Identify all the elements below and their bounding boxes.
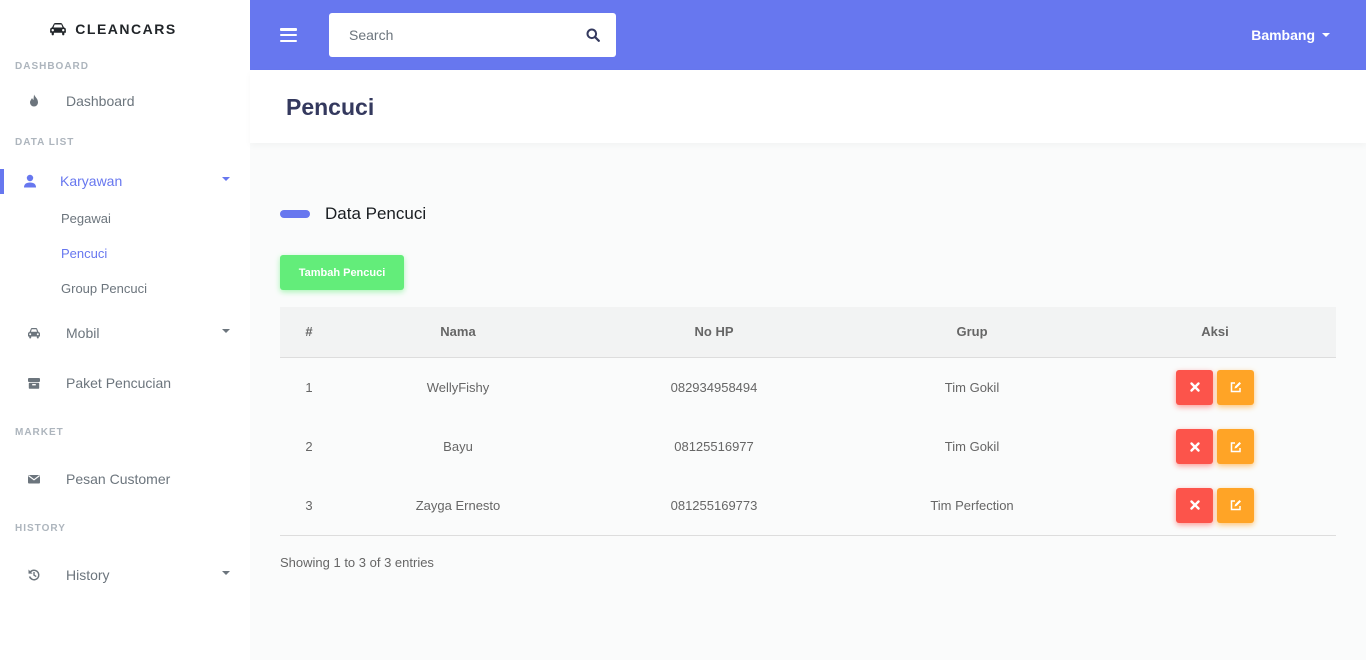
- brand-logo[interactable]: CLEANCARS: [0, 0, 250, 58]
- hamburger-menu-icon[interactable]: [280, 28, 297, 42]
- edit-button[interactable]: [1217, 487, 1254, 523]
- edit-icon: [1230, 441, 1241, 452]
- cell-aksi: [1094, 357, 1336, 417]
- section-title: Data Pencuci: [280, 204, 426, 224]
- cell-grup: Tim Gokil: [944, 439, 1000, 454]
- sidebar-subitem-group-pencuci[interactable]: Group Pencuci: [0, 271, 250, 306]
- section-data-list: DATA LIST: [15, 137, 75, 148]
- user-name: Bambang: [1251, 27, 1315, 43]
- cell-num: 1: [305, 379, 313, 395]
- cell-aksi: [1094, 417, 1336, 476]
- search-box: [329, 13, 616, 57]
- cell-nama: WellyFishy: [426, 379, 490, 395]
- cell-hp: 08125516977: [674, 439, 754, 454]
- search-input[interactable]: [329, 13, 569, 57]
- cell-num: 2: [305, 439, 313, 454]
- chevron-down-icon: [222, 329, 230, 333]
- search-icon[interactable]: [586, 28, 600, 42]
- section-title-bullet: [280, 210, 310, 218]
- sidebar-item-label: Dashboard: [66, 93, 135, 109]
- sidebar: CLEANCARS DASHBOARD Dashboard DATA LIST …: [0, 0, 250, 660]
- delete-button[interactable]: [1176, 429, 1213, 464]
- sidebar-subitem-pegawai[interactable]: Pegawai: [0, 201, 250, 236]
- box-icon: [26, 375, 42, 391]
- section-history: HISTORY: [15, 523, 66, 534]
- cell-hp: 081255169773: [670, 497, 758, 513]
- table-row: 1 WellyFishy 082934958494 Tim Gokil: [280, 357, 1336, 417]
- delete-button[interactable]: [1176, 487, 1213, 523]
- close-icon: [1189, 500, 1200, 510]
- cell-nama: Bayu: [443, 439, 473, 454]
- cell-aksi: [1094, 476, 1336, 535]
- table-row: 2 Bayu 08125516977 Tim Gokil: [280, 417, 1336, 476]
- edit-button[interactable]: [1217, 429, 1254, 464]
- cell-num: 3: [305, 497, 313, 513]
- car-icon: [50, 23, 67, 36]
- cell-hp: 082934958494: [670, 379, 758, 395]
- fire-icon: [26, 93, 42, 109]
- top-navbar: Bambang: [250, 0, 1366, 70]
- column-header-nama[interactable]: Nama: [338, 307, 578, 358]
- sidebar-item-history[interactable]: History: [0, 550, 250, 600]
- sidebar-item-paket-pencucian[interactable]: Paket Pencucian: [0, 358, 250, 408]
- sidebar-item-karyawan[interactable]: Karyawan: [0, 156, 250, 206]
- section-dashboard: DASHBOARD: [15, 61, 89, 72]
- sidebar-item-dashboard[interactable]: Dashboard: [0, 76, 250, 126]
- table-row: 3 Zayga Ernesto 081255169773 Tim Perfect…: [280, 476, 1336, 535]
- delete-button[interactable]: [1176, 369, 1213, 405]
- table-header-row: # Nama No HP Grup Aksi: [280, 307, 1336, 358]
- edit-button[interactable]: [1217, 369, 1254, 405]
- cell-grup: Tim Perfection: [930, 497, 1014, 513]
- column-header-aksi: Aksi: [1094, 307, 1336, 358]
- section-market: MARKET: [15, 427, 64, 438]
- sidebar-item-label: History: [66, 567, 110, 583]
- table-info: Showing 1 to 3 of 3 entries: [280, 555, 434, 570]
- sidebar-item-pesan-customer[interactable]: Pesan Customer: [0, 454, 250, 504]
- cell-nama: Zayga Ernesto: [415, 497, 501, 513]
- edit-icon: [1230, 382, 1241, 393]
- column-header-num[interactable]: #: [280, 307, 338, 358]
- sidebar-item-label: Paket Pencucian: [66, 375, 172, 391]
- sidebar-subitem-pencuci[interactable]: Pencuci: [0, 236, 250, 271]
- car-icon: [26, 325, 42, 341]
- pencuci-table: # Nama No HP Grup Aksi 1 WellyFishy 0829…: [280, 307, 1336, 536]
- page-title: Pencuci: [286, 94, 375, 120]
- chevron-down-icon: [1322, 33, 1330, 37]
- column-header-hp[interactable]: No HP: [578, 307, 850, 358]
- edit-icon: [1230, 500, 1241, 511]
- section-title-text: Data Pencuci: [325, 204, 427, 223]
- brand-name: CLEANCARS: [75, 21, 177, 37]
- chevron-down-icon: [222, 177, 230, 181]
- user-icon: [22, 173, 38, 189]
- close-icon: [1189, 441, 1200, 452]
- chevron-down-icon: [222, 571, 230, 575]
- history-icon: [26, 567, 42, 583]
- add-pencuci-button[interactable]: Tambah Pencuci: [280, 255, 404, 290]
- sidebar-item-label: Mobil: [66, 325, 100, 341]
- sidebar-item-mobil[interactable]: Mobil: [0, 308, 250, 358]
- sidebar-item-label: Pesan Customer: [66, 471, 171, 487]
- close-icon: [1189, 382, 1200, 392]
- page-header: Pencuci: [250, 70, 1366, 143]
- column-header-grup[interactable]: Grup: [850, 307, 1094, 358]
- envelope-icon: [26, 471, 42, 487]
- user-menu[interactable]: Bambang: [1251, 27, 1330, 43]
- sidebar-item-label: Karyawan: [60, 173, 123, 189]
- cell-grup: Tim Gokil: [944, 379, 1000, 395]
